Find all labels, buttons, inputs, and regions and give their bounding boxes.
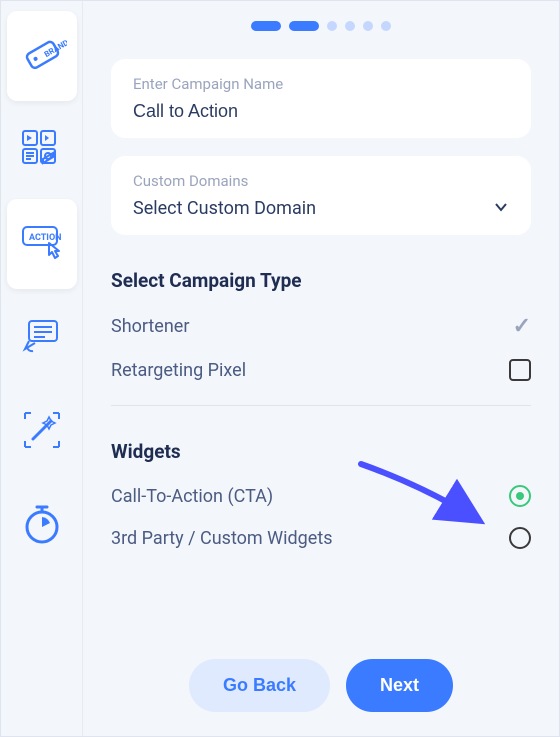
- option-label: 3rd Party / Custom Widgets: [111, 528, 333, 549]
- campaign-name-card: Enter Campaign Name: [111, 59, 531, 138]
- custom-domain-card[interactable]: Custom Domains Select Custom Domain: [111, 156, 531, 235]
- sidebar-item-brand[interactable]: BRAND: [7, 11, 77, 101]
- app-frame: BRAND: [0, 0, 560, 737]
- sidebar-item-announce[interactable]: [7, 293, 77, 383]
- option-cta[interactable]: Call-To-Action (CTA): [111, 475, 531, 517]
- option-label: Retargeting Pixel: [111, 360, 246, 381]
- widgets-title: Widgets: [111, 440, 531, 463]
- next-button[interactable]: Next: [346, 659, 453, 712]
- sidebar-item-wand[interactable]: [7, 387, 77, 477]
- action-icon: ACTION: [17, 217, 67, 271]
- radio-selected-icon[interactable]: [509, 485, 531, 507]
- custom-domain-label: Custom Domains: [133, 172, 509, 190]
- progress-indicator: [111, 21, 531, 31]
- option-label: Call-To-Action (CTA): [111, 486, 273, 507]
- option-retargeting[interactable]: Retargeting Pixel: [111, 349, 531, 391]
- checkbox-icon[interactable]: [509, 359, 531, 381]
- campaign-name-label: Enter Campaign Name: [133, 75, 509, 93]
- progress-step: [327, 21, 337, 31]
- option-shortener[interactable]: Shortener ✓: [111, 304, 531, 349]
- custom-domain-select[interactable]: Select Custom Domain: [133, 198, 509, 219]
- divider: [111, 405, 531, 406]
- check-icon: ✓: [513, 314, 531, 339]
- option-label: Shortener: [111, 316, 189, 337]
- chevron-down-icon: [493, 199, 509, 219]
- progress-step: [345, 21, 355, 31]
- radio-icon[interactable]: [509, 527, 531, 549]
- campaign-type-title: Select Campaign Type: [111, 269, 531, 292]
- sidebar-item-timer[interactable]: [7, 481, 77, 571]
- option-third-party[interactable]: 3rd Party / Custom Widgets: [111, 517, 531, 559]
- progress-step: [289, 21, 319, 31]
- timer-icon: [19, 501, 65, 551]
- media-icon: [19, 125, 65, 175]
- svg-text:ACTION: ACTION: [29, 233, 62, 243]
- brand-icon: BRAND: [17, 29, 67, 83]
- footer: Go Back Next: [111, 639, 531, 712]
- sidebar: BRAND: [1, 1, 83, 736]
- campaign-name-input[interactable]: [133, 101, 509, 122]
- progress-step: [251, 21, 281, 31]
- wand-icon: [19, 407, 65, 457]
- go-back-button[interactable]: Go Back: [189, 659, 330, 712]
- custom-domain-placeholder: Select Custom Domain: [133, 198, 316, 219]
- progress-step: [363, 21, 373, 31]
- main-panel: Enter Campaign Name Custom Domains Selec…: [83, 1, 559, 736]
- sidebar-item-action[interactable]: ACTION: [7, 199, 77, 289]
- announce-icon: [19, 313, 65, 363]
- progress-step: [381, 21, 391, 31]
- sidebar-item-media[interactable]: [7, 105, 77, 195]
